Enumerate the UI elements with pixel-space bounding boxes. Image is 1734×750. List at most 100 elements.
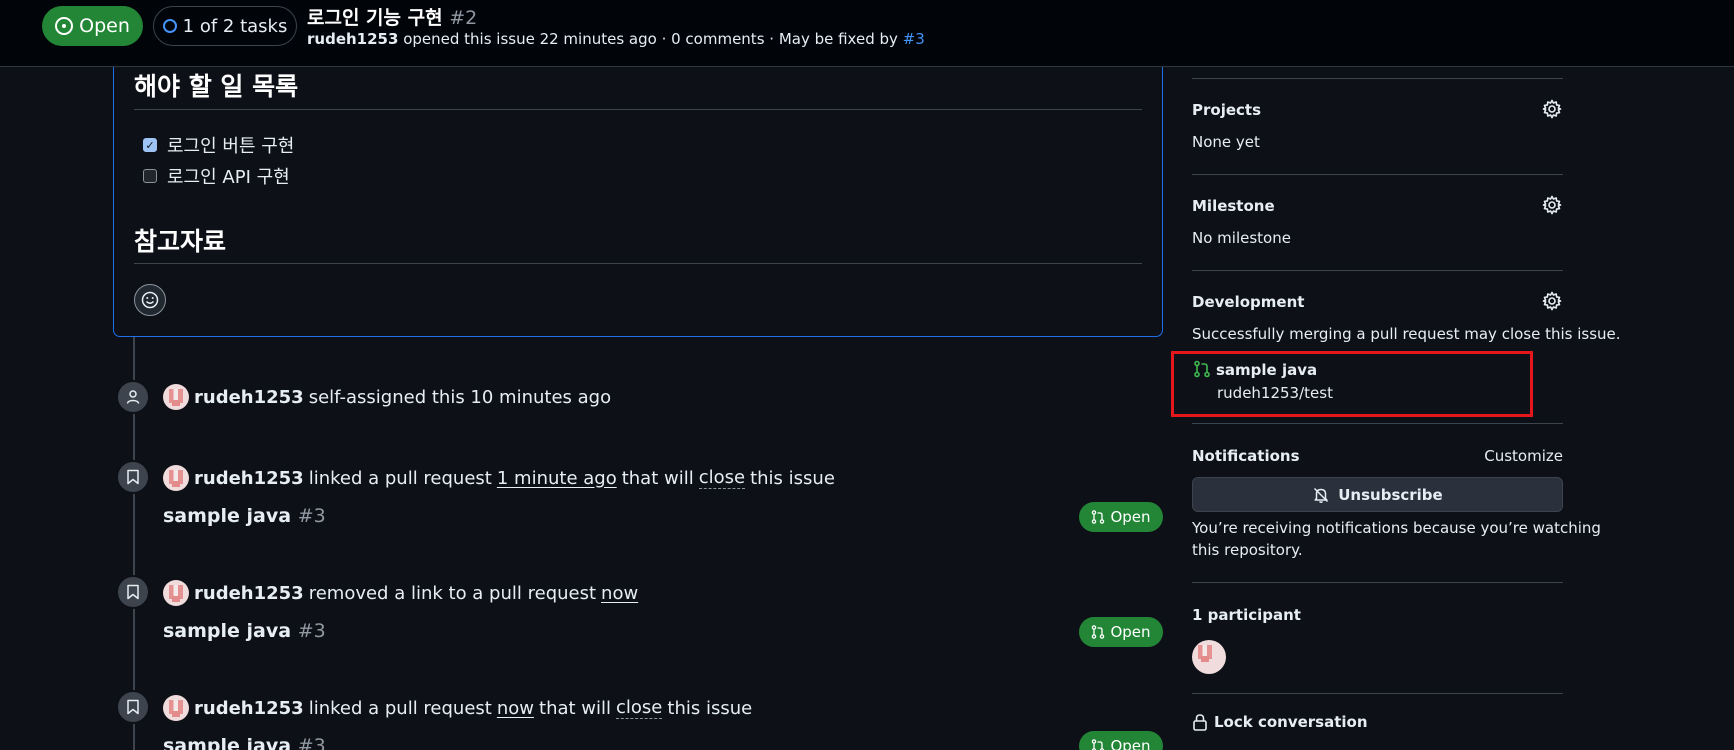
linked-pr-title[interactable]: sample java #3 (163, 620, 326, 642)
customize-link[interactable]: Customize (1484, 447, 1563, 465)
issue-author-link[interactable]: rudeh1253 (307, 30, 398, 48)
projects-heading[interactable]: Projects (1192, 101, 1261, 119)
linked-pr-name[interactable]: sample java (1216, 361, 1317, 379)
event-text: self-assigned this 10 minutes ago (308, 386, 612, 408)
event-user-link[interactable]: rudeh1253 (194, 698, 304, 719)
sidebar-divider (1192, 174, 1563, 175)
pr-title-text: sample java (163, 735, 292, 750)
gear-icon[interactable] (1542, 291, 1562, 311)
timeline-event-assigned: rudeh1253 self-assigned this 10 minutes … (163, 384, 611, 410)
milestone-value: No milestone (1192, 229, 1291, 247)
heading-divider (134, 263, 1142, 264)
timeline-badge (116, 380, 150, 414)
task-item-1: ✓ 로그인 버튼 구현 (143, 132, 294, 158)
issue-status-badge: Open (42, 6, 143, 46)
timeline-badge (116, 575, 150, 609)
issue-title-text: 로그인 기능 구현 (307, 7, 443, 29)
task-progress-label: 1 of 2 tasks (182, 15, 288, 37)
task-checkbox-checked[interactable]: ✓ (143, 138, 157, 152)
notifications-heading: Notifications (1192, 447, 1300, 465)
task-label: 로그인 버튼 구현 (167, 136, 295, 157)
pr-status-label: Open (1110, 508, 1151, 526)
event-text: removed a link to a pull request (308, 582, 597, 604)
issue-meta: rudeh1253 opened this issue 22 minutes a… (307, 30, 925, 48)
participants-heading: 1 participant (1192, 606, 1301, 624)
todo-heading: 해야 할 일 목록 (134, 72, 299, 101)
issue-title: 로그인 기능 구현 #2 (307, 3, 477, 30)
bookmark-icon (127, 469, 139, 485)
pr-status-badge: Open (1079, 617, 1163, 647)
pr-number: #3 (297, 505, 326, 527)
participant-avatar[interactable] (1192, 640, 1226, 674)
development-description: Successfully merging a pull request may … (1192, 325, 1621, 343)
task-checkbox-unchecked[interactable] (143, 169, 157, 183)
event-user-link[interactable]: rudeh1253 (194, 468, 304, 489)
gear-icon[interactable] (1542, 99, 1562, 119)
timeline-badge (116, 460, 150, 494)
timeline-badge (116, 690, 150, 724)
bookmark-icon (127, 584, 139, 600)
avatar[interactable] (163, 695, 189, 721)
notifications-description-line1: You’re receiving notifications because y… (1192, 519, 1601, 537)
avatar[interactable] (163, 384, 189, 410)
event-user-link[interactable]: rudeh1253 (194, 387, 304, 408)
event-time-link[interactable]: 1 minute ago (497, 468, 617, 489)
pr-title-text: sample java (163, 620, 292, 642)
bell-slash-icon (1314, 487, 1329, 503)
event-text: this issue (667, 697, 753, 719)
sidebar-divider (1192, 78, 1563, 79)
linked-pr-title[interactable]: sample java #3 (163, 505, 326, 527)
pr-status-badge: Open (1079, 731, 1163, 750)
git-pull-request-icon (1092, 739, 1105, 750)
git-pull-request-icon (1092, 510, 1105, 524)
pr-status-badge: Open (1079, 502, 1163, 532)
smiley-icon (141, 291, 159, 309)
event-text: linked a pull request (308, 697, 492, 719)
task-label: 로그인 API 구현 (167, 167, 290, 188)
gear-icon[interactable] (1542, 195, 1562, 215)
sidebar-divider (1192, 423, 1563, 424)
issue-meta-text: opened this issue 22 minutes ago · 0 com… (398, 30, 903, 48)
close-keyword[interactable]: close (698, 467, 746, 489)
issue-status-label: Open (79, 15, 130, 37)
task-item-2: 로그인 API 구현 (143, 163, 290, 189)
timeline-event-linked: rudeh1253 linked a pull request now that… (163, 695, 752, 721)
avatar[interactable] (163, 465, 189, 491)
event-time-link[interactable]: now (601, 583, 638, 604)
lock-icon (1193, 714, 1207, 731)
task-progress-pill[interactable]: 1 of 2 tasks (153, 6, 297, 46)
pr-number: #3 (297, 620, 326, 642)
heading-divider (134, 109, 1142, 110)
unsubscribe-button[interactable]: Unsubscribe (1192, 477, 1563, 512)
lock-conversation-link[interactable]: Lock conversation (1192, 713, 1368, 731)
close-keyword[interactable]: close (616, 697, 663, 719)
event-text: that will (621, 467, 694, 489)
pr-status-label: Open (1110, 623, 1151, 641)
timeline-event-linked: rudeh1253 linked a pull request 1 minute… (163, 465, 835, 491)
issue-number: #2 (449, 7, 478, 29)
pr-status-label: Open (1110, 737, 1151, 750)
avatar[interactable] (163, 580, 189, 606)
sidebar-divider (1192, 693, 1563, 694)
sidebar-divider (1192, 270, 1563, 271)
sidebar-divider (1192, 582, 1563, 583)
event-time-link[interactable]: now (497, 698, 534, 719)
development-heading[interactable]: Development (1192, 293, 1304, 311)
fixed-by-pr-link[interactable]: #3 (903, 30, 925, 48)
event-user-link[interactable]: rudeh1253 (194, 583, 304, 604)
git-pull-request-icon (1194, 360, 1210, 378)
unsubscribe-label: Unsubscribe (1338, 485, 1443, 504)
reference-heading: 참고자료 (134, 227, 227, 256)
lock-conversation-label: Lock conversation (1214, 713, 1368, 731)
milestone-heading[interactable]: Milestone (1192, 197, 1275, 215)
projects-value: None yet (1192, 133, 1260, 151)
issue-opened-icon (55, 17, 74, 35)
linked-pr-title[interactable]: sample java #3 (163, 735, 326, 750)
linked-pr-repo[interactable]: rudeh1253/test (1217, 384, 1333, 402)
sticky-issue-header: Open 1 of 2 tasks 로그인 기능 구현 #2 rudeh1253… (0, 0, 1734, 67)
pr-title-text: sample java (163, 505, 292, 527)
bookmark-icon (127, 699, 139, 715)
add-reaction-button[interactable] (134, 284, 166, 316)
event-text: this issue (750, 467, 835, 489)
timeline-event-unlinked: rudeh1253 removed a link to a pull reque… (163, 580, 638, 606)
